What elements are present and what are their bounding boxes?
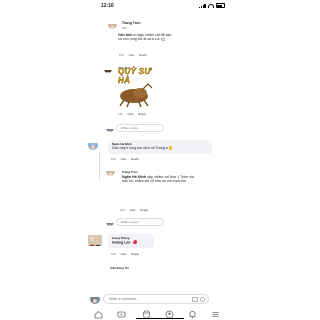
comment-author[interactable]: Trần Đông Thị	[110, 266, 129, 270]
comment-actions: 14h Like Reply	[118, 112, 146, 116]
avatar	[106, 218, 114, 226]
home-icon[interactable]	[94, 310, 103, 319]
thread-line	[99, 152, 100, 180]
comment-bubble: Vân Anh tó bgio chăm chỉ để sau có con r…	[115, 33, 175, 47]
comment-actions: 14h Like Reply	[119, 53, 147, 57]
comment-age: 14h	[118, 112, 123, 116]
mention[interactable]: Ngân Hà Minh	[122, 175, 146, 179]
home-indicator	[136, 318, 184, 320]
like-button[interactable]: Like	[130, 208, 136, 212]
menu-icon[interactable]	[211, 310, 220, 319]
comment-thread: Trang Tron 10h Vân Anh tó bgio chăm chỉ …	[0, 0, 320, 290]
gif-icon[interactable]	[192, 296, 198, 302]
comment-age: 14h	[111, 252, 116, 256]
avatar[interactable]	[90, 264, 100, 272]
heart-icon	[132, 240, 137, 245]
mention[interactable]: Vân Anh	[118, 33, 132, 37]
comment-age: 14h	[111, 157, 116, 161]
comment-author[interactable]: Trang Tron	[122, 21, 174, 25]
avatar[interactable]	[88, 234, 102, 246]
comment-age: 14h	[120, 208, 125, 212]
reply-button[interactable]: Reply	[138, 112, 146, 116]
mention[interactable]: Hoàng Lan	[112, 241, 131, 245]
avatar[interactable]	[88, 140, 98, 150]
comment-bubble: Giang Phùng Hoàng Lan	[108, 234, 154, 248]
reply-row	[106, 218, 164, 226]
comment-text: Hoàng Lan	[112, 240, 150, 245]
sticker-icon[interactable]	[200, 296, 205, 302]
comment-bubble: Trang Tron Ngân Hà Minh uầy, chăm chỉ th…	[118, 168, 202, 202]
comment-text: Vân Anh tó bgio chăm chỉ để sau có con r…	[118, 33, 172, 42]
comment-actions: 14h Like Reply	[111, 252, 139, 256]
comment-text: Ngân Hà Minh uầy, chăm chỉ thía :) Trộm …	[122, 175, 198, 184]
reply-input[interactable]	[116, 124, 164, 132]
reply-button[interactable]: Reply	[139, 53, 147, 57]
avatar	[90, 294, 100, 304]
like-button[interactable]: Like	[121, 157, 127, 161]
comment-author[interactable]: Trang Tron	[122, 170, 198, 174]
video-icon[interactable]	[117, 310, 126, 319]
comment-text: Dạo này k rụng tóc nữa rồi Trang à	[112, 146, 208, 150]
reply-button[interactable]: Reply	[131, 157, 139, 161]
avatar[interactable]	[104, 65, 112, 73]
comment-actions: 14h Like Reply	[111, 157, 139, 161]
like-button[interactable]: Like	[128, 112, 134, 116]
avatar	[106, 124, 114, 132]
reply-input[interactable]	[116, 218, 164, 226]
notifications-icon[interactable]	[188, 310, 197, 319]
comment-age: 14h	[119, 53, 124, 57]
comment-actions: 14h Like Reply	[120, 208, 148, 212]
reply-button[interactable]: Reply	[131, 252, 139, 256]
like-button[interactable]: Like	[121, 252, 127, 256]
comment-composer	[0, 294, 320, 308]
comment-body: Dạo này k rụng tóc nữa rồi Trang à	[112, 146, 168, 150]
reply-row	[106, 124, 164, 132]
sticker-image: QUỲ SƯ HÀ	[112, 66, 160, 108]
avatar[interactable]	[108, 20, 117, 29]
clap-emoji-icon	[168, 146, 173, 150]
comment-bubble: Ngân Hà Minh Dạo này k rụng tóc nữa rồi …	[108, 140, 212, 154]
reply-button[interactable]: Reply	[140, 208, 148, 212]
avatar[interactable]	[106, 167, 115, 176]
comment-time: 10h	[122, 25, 127, 30]
like-button[interactable]: Like	[129, 53, 135, 57]
